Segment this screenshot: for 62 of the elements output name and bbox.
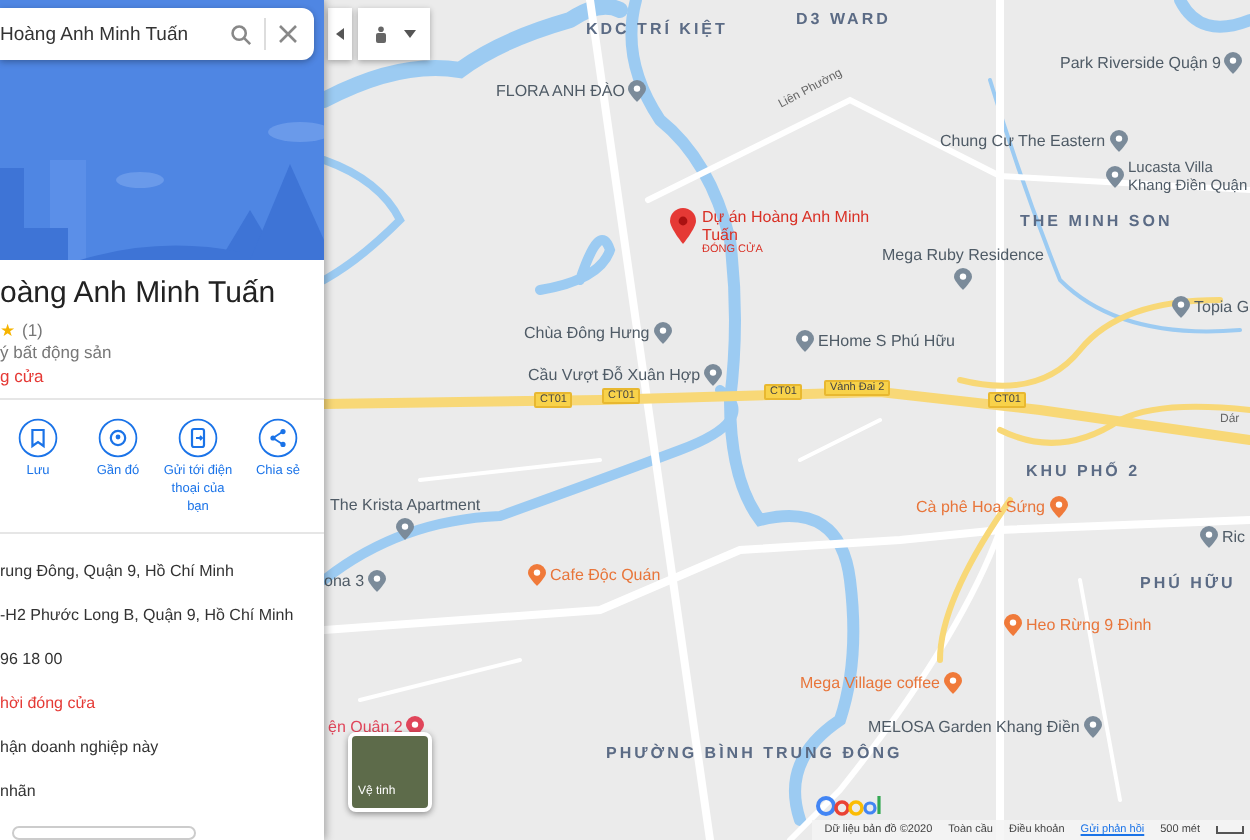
search-icon[interactable] <box>230 23 252 45</box>
collapse-panel-button[interactable] <box>328 8 352 60</box>
map-label[interactable]: ona 3 <box>324 572 365 590</box>
search-field[interactable]: Hoàng Anh Minh Tuấn <box>0 8 314 60</box>
map-label: PHÚ HỮU <box>1140 574 1236 592</box>
share-icon <box>258 418 298 458</box>
map-pin-icon[interactable] <box>704 364 723 386</box>
map-pin-icon[interactable] <box>653 322 672 344</box>
detail-row[interactable]: hận doanh nghiệp này <box>0 726 324 771</box>
map-label[interactable]: Park Riverside Quận 9 <box>1060 54 1221 72</box>
map-label[interactable]: Topia G <box>1194 298 1250 316</box>
map-label[interactable]: Cầu Vượt Đỗ Xuân Hợp <box>528 366 701 384</box>
map-label: PHƯỜNG BÌNH TRUNG ĐÔNG <box>606 744 903 762</box>
map-pin-icon[interactable] <box>953 268 972 290</box>
place-title: oàng Anh Minh Tuấn <box>0 276 278 310</box>
place-category: ý bất động sản <box>0 342 114 362</box>
food-pin-icon[interactable] <box>1049 496 1068 518</box>
map-label: D3 WARD <box>796 10 891 28</box>
layers-button[interactable] <box>358 8 430 60</box>
map-pin-icon[interactable] <box>396 518 415 540</box>
map-label: THE MINH SON <box>1020 212 1173 230</box>
map-label[interactable]: FLORA ANH ĐÀO <box>496 82 625 100</box>
open-status: g cửa <box>0 366 46 386</box>
map-label[interactable]: Chung Cư The Eastern <box>940 132 1106 150</box>
map-label[interactable]: EHome S Phú Hữu <box>818 332 955 350</box>
detail-row[interactable]: nhãn <box>0 770 324 815</box>
person-icon <box>373 25 387 43</box>
caret-icon <box>403 30 415 38</box>
food-pin-icon[interactable] <box>528 564 546 586</box>
map-label[interactable]: Dự án Hoàng Anh Minh Tuấn <box>702 208 874 245</box>
map-pin-icon[interactable] <box>1224 52 1243 74</box>
rating-label: ★ <box>0 320 16 340</box>
map-label: KDC TRÍ KIỆT <box>586 20 728 38</box>
map-label[interactable]: Chùa Đông Hưng <box>524 324 650 342</box>
map-label: KHU PHỐ 2 <box>1026 462 1141 480</box>
google-logo-icon <box>816 794 884 818</box>
map-pin-icon[interactable] <box>1106 166 1124 189</box>
detail-row[interactable]: rung Đông, Quận 9, Hồ Chí Minh <box>0 550 324 595</box>
detail-row[interactable]: -H2 Phước Long B, Quận 9, Hồ Chí Minh <box>0 594 324 639</box>
map-pin-icon[interactable] <box>1200 526 1218 548</box>
map-label[interactable]: Ric <box>1222 528 1246 546</box>
map-pin-icon[interactable] <box>796 330 814 352</box>
scale-bar-icon <box>1216 826 1244 834</box>
map-pin-icon[interactable] <box>1109 130 1128 152</box>
caret-icon <box>336 28 344 40</box>
detail-row[interactable]: hời đóng cửa <box>0 682 324 727</box>
map-label[interactable]: The Krista Apartment <box>330 496 481 514</box>
map-label[interactable]: MELOSA Garden Khang Điền <box>868 718 1080 736</box>
phone-send-icon <box>178 418 218 458</box>
review-count[interactable]: (1) <box>22 320 43 340</box>
detail-row[interactable]: 96 18 00 <box>0 638 324 683</box>
close-icon[interactable] <box>278 24 298 44</box>
map-pin-icon[interactable] <box>1083 716 1102 738</box>
map-pin-icon[interactable] <box>368 570 387 592</box>
map-label[interactable]: Mega Ruby Residence <box>882 246 1044 264</box>
map-pin-icon[interactable] <box>628 80 647 102</box>
nearby-icon <box>98 418 138 458</box>
map-pin-icon[interactable] <box>670 208 696 244</box>
food-pin-icon[interactable] <box>943 672 962 694</box>
food-pin-icon[interactable] <box>1004 614 1022 636</box>
map-pin-icon[interactable] <box>1172 296 1190 318</box>
bookmark-icon <box>18 418 58 458</box>
